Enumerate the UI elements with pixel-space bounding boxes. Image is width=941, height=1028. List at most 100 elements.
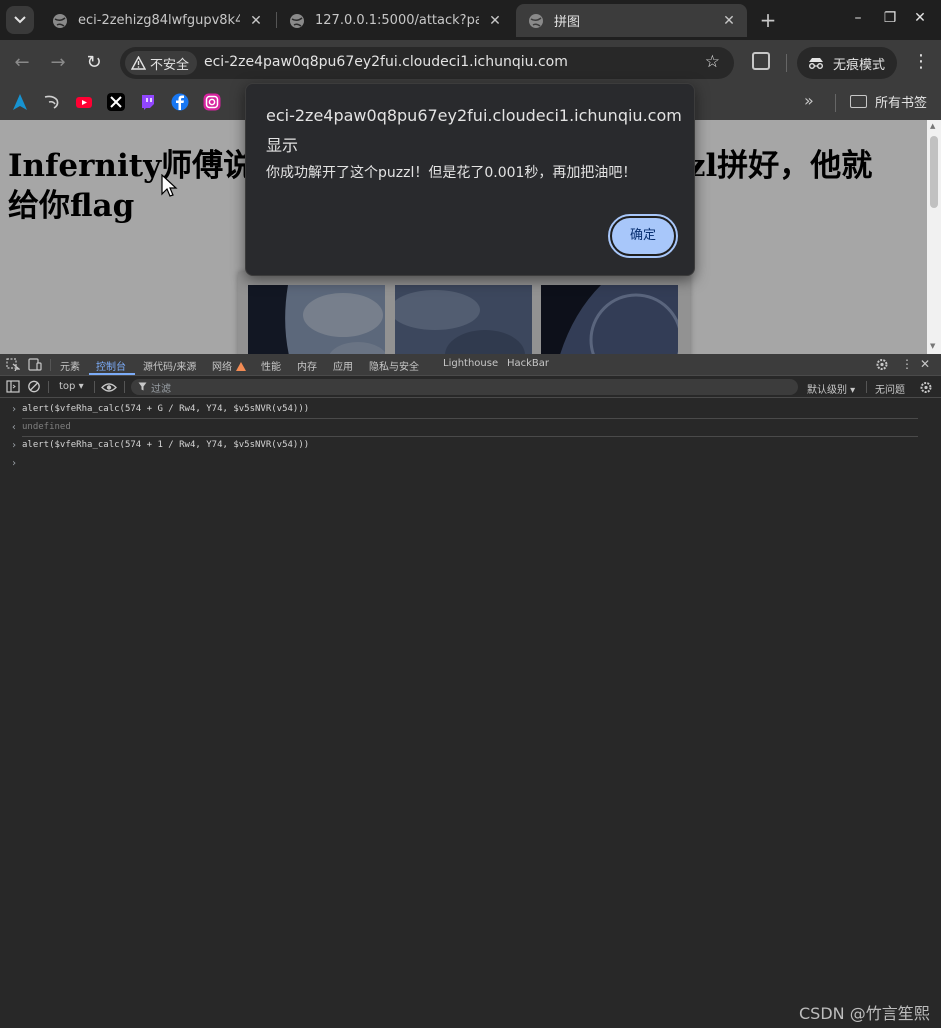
globe-icon [53,13,67,28]
close-tab-icon[interactable]: ✕ [721,13,737,29]
device-toolbar-icon[interactable] [28,358,42,371]
tab-network-label: 网络 [212,362,232,373]
tab-title: 127.0.0.1:5000/attack?payloa [315,13,479,28]
alert-title: 显示 [266,136,299,155]
filter-icon [138,382,147,391]
devtools-tab-bar: 元素 控制台 源代码/来源 网络 性能 内存 应用 隐私与安全 Lighthou… [0,354,941,376]
tab-application[interactable]: 应用 [333,358,353,373]
address-bar[interactable]: 不安全 eci-2ze4paw0q8pu67ey2fui.cloudeci1.i… [120,47,734,79]
console-input-text[interactable]: alert($vfeRha_calc(574 + G / Rw4, Y74, $… [22,404,309,414]
bookmark-star-icon[interactable]: ☆ [705,52,720,72]
alert-ok-button[interactable]: 确定 [608,214,678,258]
mouse-cursor-icon [161,174,178,197]
tab-elements[interactable]: 元素 [60,358,80,373]
security-chip-label: 不安全 [150,57,190,73]
scroll-down-icon[interactable]: ▼ [930,342,935,350]
console-toolbar: top ▾ 过滤 默认级别 ▾ 无问题 [0,376,941,398]
log-level-selector[interactable]: 默认级别 ▾ [807,381,855,396]
all-bookmarks-folder[interactable]: 所有书签 [850,92,927,111]
close-tab-icon[interactable]: ✕ [487,13,503,29]
incognito-label: 无痕模式 [833,57,886,73]
kali-icon[interactable] [43,93,61,111]
forward-button[interactable]: → [47,52,69,74]
active-tab-underline [89,373,135,375]
console-settings-icon[interactable] [919,381,933,394]
tab-search-button[interactable] [6,6,34,34]
tab-lighthouse[interactable]: Lighthouse [443,358,498,369]
close-devtools-icon[interactable]: ✕ [920,357,930,371]
tab-memory[interactable]: 内存 [297,358,317,373]
console-prompt[interactable]: › [0,455,920,473]
devtools-separator [50,359,51,371]
incognito-icon [809,58,823,69]
eye-icon[interactable] [101,381,117,394]
security-chip[interactable]: 不安全 [125,51,198,75]
alert-ok-label: 确定 [612,218,674,254]
minimize-icon[interactable]: – [849,10,867,26]
console-separator [48,381,49,393]
issues-counter[interactable]: 无问题 [875,381,905,396]
prompt-arrow-icon: › [11,458,18,469]
close-tab-icon[interactable]: ✕ [248,13,264,29]
youtube-icon[interactable] [75,93,93,111]
globe-icon [290,13,304,28]
reload-button[interactable]: ↻ [83,52,105,74]
tab-title: 拼图 [554,15,581,30]
devtools-menu-icon[interactable]: ⋮ [901,357,913,371]
more-bookmarks-icon[interactable]: » [804,91,814,110]
result-arrow-icon: ‹ [11,422,18,433]
alert-dialog: eci-2ze4paw0q8pu67ey2fui.cloudeci1.ichun… [245,83,695,276]
scrollbar-thumb[interactable] [930,136,938,208]
tab-hackbar[interactable]: HackBar [507,358,549,369]
sidebar-toggle-icon[interactable] [6,380,20,393]
clear-console-icon[interactable] [27,380,41,393]
tab-performance[interactable]: 性能 [261,358,281,373]
warning-icon [131,56,146,70]
console-filter-input[interactable]: 过滤 [131,379,798,395]
facebook-icon[interactable] [171,93,189,111]
browser-menu-icon[interactable]: ⋮ [912,52,930,72]
input-arrow-icon: › [11,440,18,451]
folder-icon [850,95,867,108]
console-line-result: ‹ undefined [0,419,920,437]
globe-icon [529,13,543,28]
arch-icon[interactable] [11,93,29,111]
context-selector[interactable]: top ▾ [59,381,84,392]
devtools-panel: 元素 控制台 源代码/来源 网络 性能 内存 应用 隐私与安全 Lighthou… [0,354,941,1028]
tab-strip: eci-2zehizg84lwfgupv8k4n.cl ✕ 127.0.0.1:… [0,0,941,40]
inspect-element-icon[interactable] [6,358,20,371]
scroll-up-icon[interactable]: ▲ [930,122,935,130]
watermark: CSDN @竹言笙熙 [799,1004,930,1023]
new-tab-button[interactable]: + [757,8,779,32]
back-button[interactable]: ← [11,52,33,74]
tab-console[interactable]: 控制台 [96,358,126,373]
tab-network[interactable]: 网络 [212,358,246,373]
console-result-text[interactable]: undefined [22,422,71,432]
close-window-icon[interactable]: ✕ [911,10,929,26]
page-scrollbar[interactable]: ▲ ▼ [927,120,941,354]
restore-icon[interactable]: ❐ [881,10,899,26]
url-text[interactable]: eci-2ze4paw0q8pu67ey2fui.cloudeci1.ichun… [204,54,568,70]
tab-1[interactable]: eci-2zehizg84lwfgupv8k4n.cl ✕ [40,4,274,37]
tab-privacy-security[interactable]: 隐私与安全 [369,358,419,373]
console-output[interactable]: › alert($vfeRha_calc(574 + G / Rw4, Y74,… [0,398,941,1028]
settings-gear-icon[interactable] [875,358,889,371]
twitch-icon[interactable] [139,93,157,111]
console-separator [124,381,125,393]
tab-sources[interactable]: 源代码/来源 [143,358,196,373]
extensions-icon[interactable] [752,52,770,70]
chevron-down-icon [14,16,26,24]
instagram-icon[interactable] [203,93,221,111]
browser-toolbar: ← → ↻ 不安全 eci-2ze4paw0q8pu67ey2fui.cloud… [0,40,941,86]
input-arrow-icon: › [11,404,18,415]
tab-3-active[interactable]: 拼图 ✕ [516,4,747,37]
console-input-text[interactable]: alert($vfeRha_calc(574 + 1 / Rw4, Y74, $… [22,440,309,450]
network-warning-icon [236,362,246,371]
incognito-button[interactable]: 无痕模式 [797,47,898,79]
tab-2[interactable]: 127.0.0.1:5000/attack?payloa ✕ [277,4,513,37]
alert-origin: eci-2ze4paw0q8pu67ey2fui.cloudeci1.ichun… [266,106,682,125]
all-bookmarks-label: 所有书签 [875,96,928,111]
console-line-input: › alert($vfeRha_calc(574 + G / Rw4, Y74,… [0,401,920,419]
x-icon[interactable] [107,93,125,111]
tab-title: eci-2zehizg84lwfgupv8k4n.cl [78,13,240,28]
